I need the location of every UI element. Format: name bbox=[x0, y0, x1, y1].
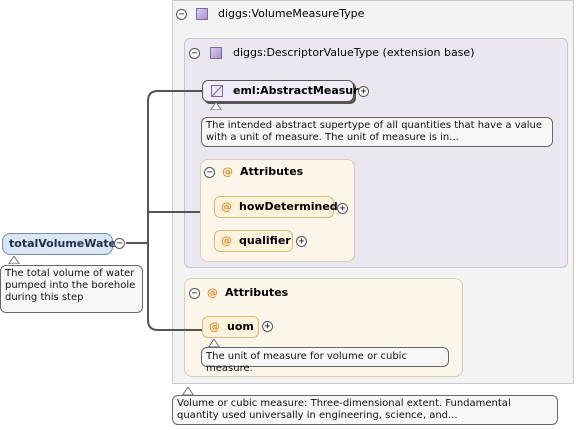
connector-abstract bbox=[147, 90, 202, 243]
connector-lines bbox=[126, 90, 202, 331]
connector-uom bbox=[147, 243, 202, 331]
